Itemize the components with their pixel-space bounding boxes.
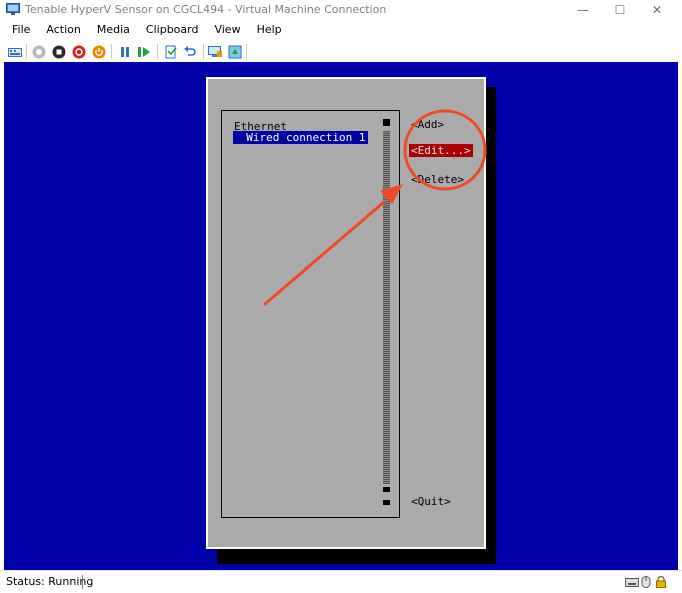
status-bar: Status: Running — [0, 570, 682, 593]
menu-clipboard[interactable]: Clipboard — [138, 20, 207, 40]
pause-icon[interactable] — [117, 44, 132, 59]
toolbar-separator — [203, 44, 204, 59]
menu-help[interactable]: Help — [249, 20, 290, 40]
revert-icon[interactable] — [182, 44, 197, 59]
toolbar-separator — [26, 44, 27, 59]
scrollbar-down-marker — [383, 487, 390, 492]
status-text: Status: Running — [6, 575, 94, 588]
scrollbar-track[interactable] — [383, 131, 390, 484]
scrollbar-down-marker — [383, 500, 390, 505]
quit-button[interactable]: <Quit> — [411, 495, 451, 508]
toolbar — [0, 40, 682, 62]
save-state-icon[interactable] — [91, 44, 106, 59]
add-button[interactable]: <Add> — [411, 118, 444, 131]
menu-file[interactable]: File — [0, 20, 38, 40]
resume-icon[interactable] — [136, 44, 151, 59]
ctrl-alt-del-icon[interactable] — [7, 44, 22, 59]
mouse-icon — [641, 576, 651, 588]
menu-bar: File Action Media Clipboard View Help — [0, 20, 682, 40]
edit-button[interactable]: <Edit...> — [409, 144, 473, 157]
vm-connection-icon — [6, 3, 20, 15]
status-divider — [82, 575, 83, 589]
list-item-wired-connection-1[interactable]: Wired connection 1 — [233, 131, 368, 144]
shut-down-icon[interactable] — [71, 44, 86, 59]
minimize-button[interactable]: — — [565, 0, 601, 20]
menu-view[interactable]: View — [206, 20, 248, 40]
scrollbar-up-marker — [383, 119, 390, 126]
vm-console[interactable]: Ethernet Wired connection 1 <Add> <Edit.… — [4, 62, 678, 570]
nmtui-dialog: Ethernet Wired connection 1 <Add> <Edit.… — [206, 77, 486, 549]
start-icon[interactable] — [31, 44, 46, 59]
toolbar-separator — [111, 44, 112, 59]
connection-list[interactable]: Ethernet Wired connection 1 — [221, 110, 400, 518]
menu-action[interactable]: Action — [38, 20, 88, 40]
toolbar-separator — [246, 44, 247, 59]
keyboard-icon — [625, 578, 639, 587]
toolbar-separator — [157, 44, 158, 59]
window-title: Tenable HyperV Sensor on CGCL494 - Virtu… — [25, 3, 387, 16]
share-icon[interactable] — [227, 44, 242, 59]
enhanced-session-icon[interactable] — [208, 44, 223, 59]
turn-off-icon[interactable] — [51, 44, 66, 59]
maximize-button[interactable]: ☐ — [602, 0, 638, 20]
title-bar: Tenable HyperV Sensor on CGCL494 - Virtu… — [0, 0, 682, 20]
lock-icon — [656, 576, 666, 588]
close-button[interactable]: ✕ — [639, 0, 675, 20]
checkpoint-icon[interactable] — [163, 44, 178, 59]
delete-button[interactable]: <Delete> — [411, 173, 464, 186]
menu-media[interactable]: Media — [89, 20, 138, 40]
